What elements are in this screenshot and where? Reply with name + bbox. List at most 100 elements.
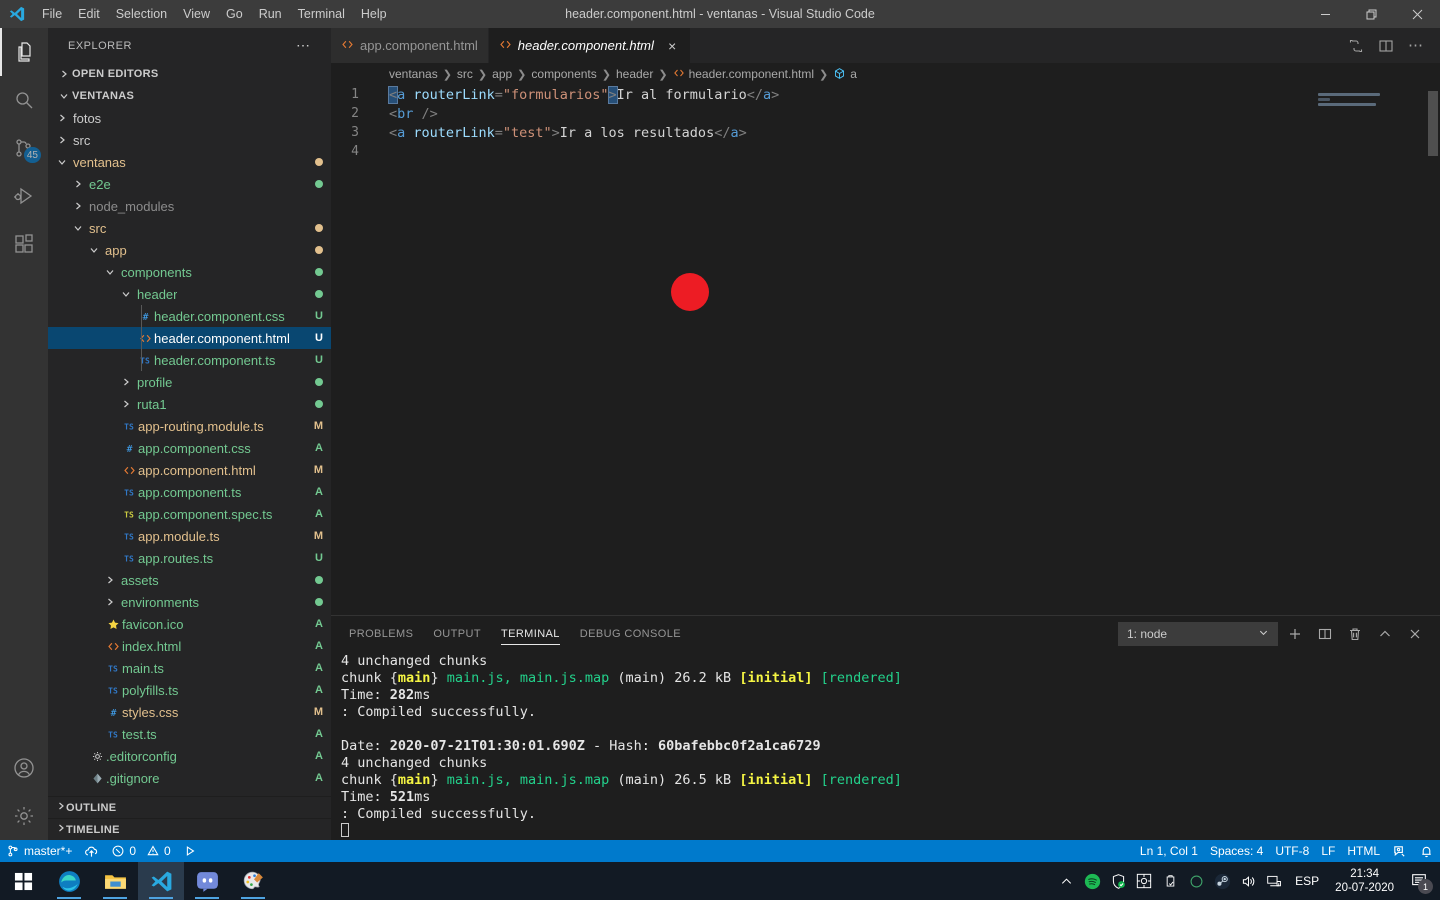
chevron-right-icon[interactable]: [72, 201, 84, 211]
tree-file-.gitignore[interactable]: .gitignore A: [48, 767, 331, 789]
chevron-down-icon[interactable]: [88, 245, 100, 255]
tree-folder-assets[interactable]: assets: [48, 569, 331, 591]
menu-selection[interactable]: Selection: [108, 0, 175, 28]
code-line[interactable]: 4: [331, 142, 1440, 161]
activity-source-control[interactable]: 45: [0, 124, 48, 172]
breadcrumb-symbol[interactable]: a: [833, 67, 857, 81]
status-eol[interactable]: LF: [1315, 840, 1341, 862]
status-run-play-icon[interactable]: [177, 840, 203, 862]
code-line[interactable]: 1 <a routerLink="formularios">Ir al formu…: [331, 85, 1440, 104]
tree-file-test.ts[interactable]: TS test.ts A: [48, 723, 331, 745]
tree-folder-app[interactable]: app: [48, 239, 331, 261]
show-hidden-icons-chevron-up-icon[interactable]: [1053, 862, 1079, 900]
menu-go[interactable]: Go: [218, 0, 251, 28]
sync-circle-icon[interactable]: [1183, 862, 1209, 900]
code-line[interactable]: 2 <br />: [331, 104, 1440, 123]
menu-run[interactable]: Run: [251, 0, 290, 28]
editor-scrollbar[interactable]: [1426, 85, 1440, 615]
chevron-down-icon[interactable]: [56, 157, 68, 167]
chevron-right-icon[interactable]: [56, 135, 68, 145]
menu-view[interactable]: View: [175, 0, 218, 28]
chevron-right-icon[interactable]: [72, 179, 84, 189]
menu-edit[interactable]: Edit: [70, 0, 108, 28]
code-editor[interactable]: 1 <a routerLink="formularios">Ir al formu…: [331, 85, 1440, 615]
tab-debug-console[interactable]: DEBUG CONSOLE: [570, 616, 691, 651]
tree-folder-environments[interactable]: environments: [48, 591, 331, 613]
usb-tray-icon[interactable]: [1157, 862, 1183, 900]
language-indicator[interactable]: ESP: [1287, 874, 1327, 888]
breadcrumb-components[interactable]: components: [531, 67, 596, 81]
volume-tray-icon[interactable]: [1235, 862, 1261, 900]
breadcrumb-src[interactable]: src: [457, 67, 473, 81]
tree-file-header.component.html[interactable]: header.component.html U: [48, 327, 331, 349]
chevron-right-icon[interactable]: [120, 377, 132, 387]
network-tray-icon[interactable]: [1261, 862, 1287, 900]
status-encoding[interactable]: UTF-8: [1269, 840, 1315, 862]
activity-run-debug[interactable]: [0, 172, 48, 220]
tab-problems[interactable]: PROBLEMS: [339, 616, 423, 651]
tree-file-index.html[interactable]: index.html A: [48, 635, 331, 657]
activity-search[interactable]: [0, 76, 48, 124]
tree-folder-ruta1[interactable]: ruta1: [48, 393, 331, 415]
tree-file-app.component.spec.ts[interactable]: TS app.component.spec.ts A: [48, 503, 331, 525]
start-button[interactable]: [0, 862, 46, 900]
tree-folder-e2e[interactable]: e2e: [48, 173, 331, 195]
app-tray-icon[interactable]: [1131, 862, 1157, 900]
split-editor-icon[interactable]: [1372, 28, 1400, 63]
tree-file-app.component.css[interactable]: # app.component.css A: [48, 437, 331, 459]
tab-app-component-html[interactable]: app.component.html: [331, 28, 489, 63]
chevron-down-icon[interactable]: [104, 267, 116, 277]
tree-file-app.component.html[interactable]: app.component.html M: [48, 459, 331, 481]
terminal-selector[interactable]: 1: node: [1118, 621, 1278, 646]
tree-file-app.component.ts[interactable]: TS app.component.ts A: [48, 481, 331, 503]
menu-file[interactable]: File: [34, 0, 70, 28]
code-lines[interactable]: 1 <a routerLink="formularios">Ir al formu…: [331, 85, 1440, 615]
split-toggle-icon[interactable]: [1342, 28, 1370, 63]
tree-file-header.component.ts[interactable]: TS header.component.ts U: [48, 349, 331, 371]
breadcrumb-app[interactable]: app: [492, 67, 512, 81]
vscode-button[interactable]: [138, 862, 184, 900]
tree-folder-fotos[interactable]: fotos: [48, 107, 331, 129]
close-icon[interactable]: [1394, 0, 1440, 28]
defender-shield-icon[interactable]: [1105, 862, 1131, 900]
tab-output[interactable]: OUTPUT: [423, 616, 491, 651]
restore-icon[interactable]: [1348, 0, 1394, 28]
activity-explorer[interactable]: [0, 28, 48, 76]
chevron-right-icon[interactable]: [104, 575, 116, 585]
menu-terminal[interactable]: Terminal: [290, 0, 353, 28]
chevron-down-icon[interactable]: [120, 289, 132, 299]
section-timeline[interactable]: TIMELINE: [48, 818, 331, 840]
tree-file-app-routing.module.ts[interactable]: TS app-routing.module.ts M: [48, 415, 331, 437]
chevron-right-icon[interactable]: [104, 597, 116, 607]
clock[interactable]: 21:34 20-07-2020: [1327, 867, 1402, 895]
breadcrumb-ventanas[interactable]: ventanas: [389, 67, 438, 81]
tree-folder-src[interactable]: src: [48, 217, 331, 239]
tab-terminal[interactable]: TERMINAL: [491, 616, 570, 651]
paint-button[interactable]: [230, 862, 276, 900]
tree-folder-node_modules[interactable]: node_modules: [48, 195, 331, 217]
status-branch[interactable]: master*+: [0, 840, 78, 862]
file-tree[interactable]: fotos src ventanas e2e node_modules src app com…: [48, 107, 331, 796]
editor-scrollbar-thumb[interactable]: [1428, 91, 1438, 156]
tree-folder-profile[interactable]: profile: [48, 371, 331, 393]
split-terminal-icon[interactable]: [1312, 621, 1338, 647]
activity-extensions[interactable]: [0, 220, 48, 268]
status-problems[interactable]: 0 0: [105, 840, 176, 862]
section-outline[interactable]: OUTLINE: [48, 796, 331, 818]
menu-help[interactable]: Help: [353, 0, 395, 28]
tree-folder-src[interactable]: src: [48, 129, 331, 151]
tree-file-app.module.ts[interactable]: TS app.module.ts M: [48, 525, 331, 547]
ellipsis-icon[interactable]: ⋯: [1402, 28, 1430, 63]
breadcrumb-header[interactable]: header: [616, 67, 653, 81]
tree-file-favicon.ico[interactable]: favicon.ico A: [48, 613, 331, 635]
status-language-mode[interactable]: HTML: [1341, 840, 1386, 862]
tree-folder-components[interactable]: components: [48, 261, 331, 283]
tree-file-header.component.css[interactable]: # header.component.css U: [48, 305, 331, 327]
status-sync-cloud-icon[interactable]: [78, 840, 105, 862]
maximize-panel-chevron-up-icon[interactable]: [1372, 621, 1398, 647]
section-open-editors[interactable]: OPEN EDITORS: [48, 63, 331, 85]
tree-folder-ventanas[interactable]: ventanas: [48, 151, 331, 173]
terminal-output[interactable]: 4 unchanged chunks chunk {main} main.js, …: [331, 651, 1440, 840]
kill-terminal-trash-icon[interactable]: [1342, 621, 1368, 647]
chevron-right-icon[interactable]: [56, 113, 68, 123]
